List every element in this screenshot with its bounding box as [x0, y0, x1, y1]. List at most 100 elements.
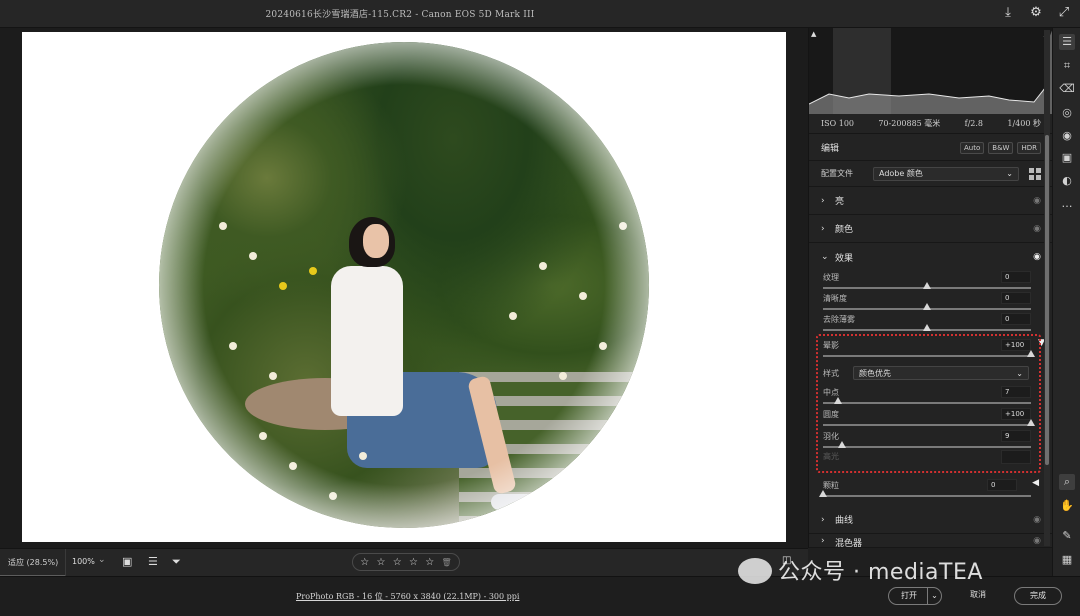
vignetted-photo [159, 42, 649, 528]
slider-value[interactable]: 0 [1001, 292, 1031, 304]
eye-icon[interactable]: ◉ [1033, 536, 1041, 546]
star-icon[interactable]: ☆ [377, 557, 386, 568]
open-label: 打开 [901, 591, 917, 600]
zoom-icon[interactable]: ⌕ [1059, 474, 1075, 490]
edit-panel: ▲ ▲ ISO 100 70-200885 毫米 f/2.8 1/400 秒 编… [808, 28, 1053, 548]
chevron-down-icon: ⌄ [821, 252, 829, 262]
hair [349, 217, 395, 267]
slider-thumb[interactable] [923, 303, 931, 310]
section-effects-label: 效果 [835, 253, 854, 264]
lens-value: 70-200885 毫米 [878, 119, 941, 128]
section-curve-label: 曲线 [835, 516, 854, 526]
chevron-right-icon: › [821, 195, 825, 206]
section-color[interactable]: › 颜色 ◉ [809, 215, 1053, 243]
slider-value[interactable]: 0 [1001, 271, 1031, 283]
edit-label: 编辑 [821, 144, 840, 154]
triangle-left-icon[interactable]: ◀ [1032, 478, 1039, 488]
cancel-button[interactable]: 取消 [958, 587, 998, 605]
reject-icon[interactable]: 🗑 [442, 558, 452, 567]
title-bar: 20240616长沙雪瑞酒店-115.CR2 - Canon EOS 5D Ma… [0, 0, 1080, 28]
tool-strip: ☰ ⌗ ⌫ ◎ ◉ ▣ ◐ … ⌕ ✋ ✎ ▦ [1052, 28, 1080, 576]
mask-icon[interactable]: ◎ [1059, 105, 1075, 121]
zoom-100-button[interactable]: 100% [72, 557, 95, 566]
chevron-right-icon: › [821, 223, 825, 234]
open-button[interactable]: 打开 ⌄ [888, 587, 942, 605]
profile-label: 配置文件 [821, 169, 853, 178]
sort-icon[interactable]: ☰ [148, 555, 158, 568]
exif-info: ISO 100 70-200885 毫米 f/2.8 1/400 秒 [809, 114, 1053, 134]
section-effects[interactable]: ⌄ 效果 ◉ [809, 243, 1053, 271]
shoe [491, 494, 547, 510]
workflow-options-link[interactable]: ProPhoto RGB - 16 位 - 5760 x 3840 (22.1M… [296, 591, 519, 602]
edit-sliders-icon[interactable]: ☰ [1059, 34, 1075, 50]
slider-value[interactable]: 0 [1001, 313, 1031, 325]
star-rating[interactable]: ☆ ☆ ☆ ☆ ☆ 🗑 [352, 553, 460, 571]
section-curve[interactable]: › 曲线 ◉ [809, 506, 1053, 534]
star-icon[interactable]: ☆ [360, 557, 369, 568]
panel-scrollbar[interactable] [1044, 30, 1050, 546]
section-light[interactable]: › 亮 ◉ [809, 187, 1053, 215]
slider-thumb[interactable] [923, 282, 931, 289]
eye-icon[interactable]: ◉ [1033, 196, 1041, 206]
hdr-button[interactable]: HDR [1017, 141, 1041, 154]
leg [467, 375, 517, 495]
chevron-right-icon: › [821, 514, 825, 525]
profile-select[interactable]: Adobe 颜色 ⌄ [873, 166, 1019, 181]
expand-icon[interactable]: ⤢ [1056, 5, 1072, 21]
star-icon[interactable]: ☆ [409, 557, 418, 568]
slider-track[interactable] [823, 495, 1031, 497]
section-mixer[interactable]: › 混色器 ◉ [809, 534, 1053, 548]
eye-icon[interactable]: ◉ [1033, 224, 1041, 234]
grain-slider[interactable]: 颗粒 0 ◀ [809, 478, 1053, 501]
profile-browser-icon[interactable] [1029, 167, 1041, 180]
eye-icon[interactable]: ◉ [1033, 515, 1041, 525]
profile-row: 配置文件 Adobe 颜色 ⌄ [809, 161, 1053, 187]
eraser-icon[interactable]: ⌫ [1059, 81, 1075, 97]
color-sampler-icon[interactable]: ✎ [1059, 528, 1075, 544]
profile-value: Adobe 颜色 [879, 169, 923, 178]
effect-slider[interactable]: 纹理 0 [809, 271, 1053, 293]
chevron-down-icon: ⌄ [1006, 169, 1013, 178]
bw-button[interactable]: B&W [988, 141, 1014, 154]
zoom-dropdown-icon[interactable]: ⌄ [98, 555, 106, 565]
gear-icon[interactable]: ⚙ [1028, 5, 1044, 21]
slider-thumb[interactable] [819, 490, 827, 497]
shadow-clip-icon[interactable]: ▲ [811, 30, 816, 38]
slider-label: 去除薄雾 [823, 315, 855, 324]
filter-icon[interactable]: ⏷ [172, 555, 181, 569]
more-icon[interactable]: … [1059, 196, 1075, 212]
slider-label: 清晰度 [823, 294, 847, 303]
denim-skirt [347, 372, 497, 468]
shutter-value: 1/400 秒 [1007, 119, 1041, 128]
image-canvas[interactable] [0, 28, 808, 548]
aperture-value: f/2.8 [964, 119, 984, 128]
white-shirt [331, 266, 403, 416]
face [363, 224, 389, 258]
photo-preview [22, 32, 786, 542]
section-light-label: 亮 [835, 197, 845, 207]
edit-header: 编辑 Auto B&W HDR [809, 135, 1053, 161]
effect-slider[interactable]: 清晰度 0 [809, 292, 1053, 314]
crop-icon[interactable]: ⌗ [1059, 58, 1075, 74]
grid-icon[interactable]: ▦ [1059, 552, 1075, 568]
filmstrip-icon[interactable]: ▣ [122, 555, 132, 568]
slider-value[interactable]: 0 [987, 479, 1017, 491]
iso-value: ISO 100 [821, 119, 855, 128]
done-button[interactable]: 完成 [1014, 587, 1062, 605]
hand-icon[interactable]: ✋ [1059, 498, 1075, 514]
star-icon[interactable]: ☆ [425, 557, 434, 568]
histogram: ▲ ▲ [809, 28, 1053, 114]
eye-icon[interactable]: ◉ [1033, 252, 1041, 262]
chevron-down-icon[interactable]: ⌄ [927, 588, 941, 604]
download-icon[interactable]: ⤓ [1000, 5, 1016, 21]
star-icon[interactable]: ☆ [393, 557, 402, 568]
effect-slider[interactable]: 去除薄雾 0 [809, 313, 1053, 335]
snapshots-icon[interactable]: ▣ [1059, 150, 1075, 166]
stone-steps [459, 372, 639, 528]
section-mixer-label: 混色器 [835, 539, 863, 548]
red-eye-icon[interactable]: ◉ [1059, 128, 1075, 144]
presets-icon[interactable]: ◐ [1059, 173, 1075, 189]
zoom-fit-button[interactable]: 适应 (28.5%) [0, 549, 66, 577]
auto-button[interactable]: Auto [960, 141, 985, 154]
slider-thumb[interactable] [923, 324, 931, 331]
